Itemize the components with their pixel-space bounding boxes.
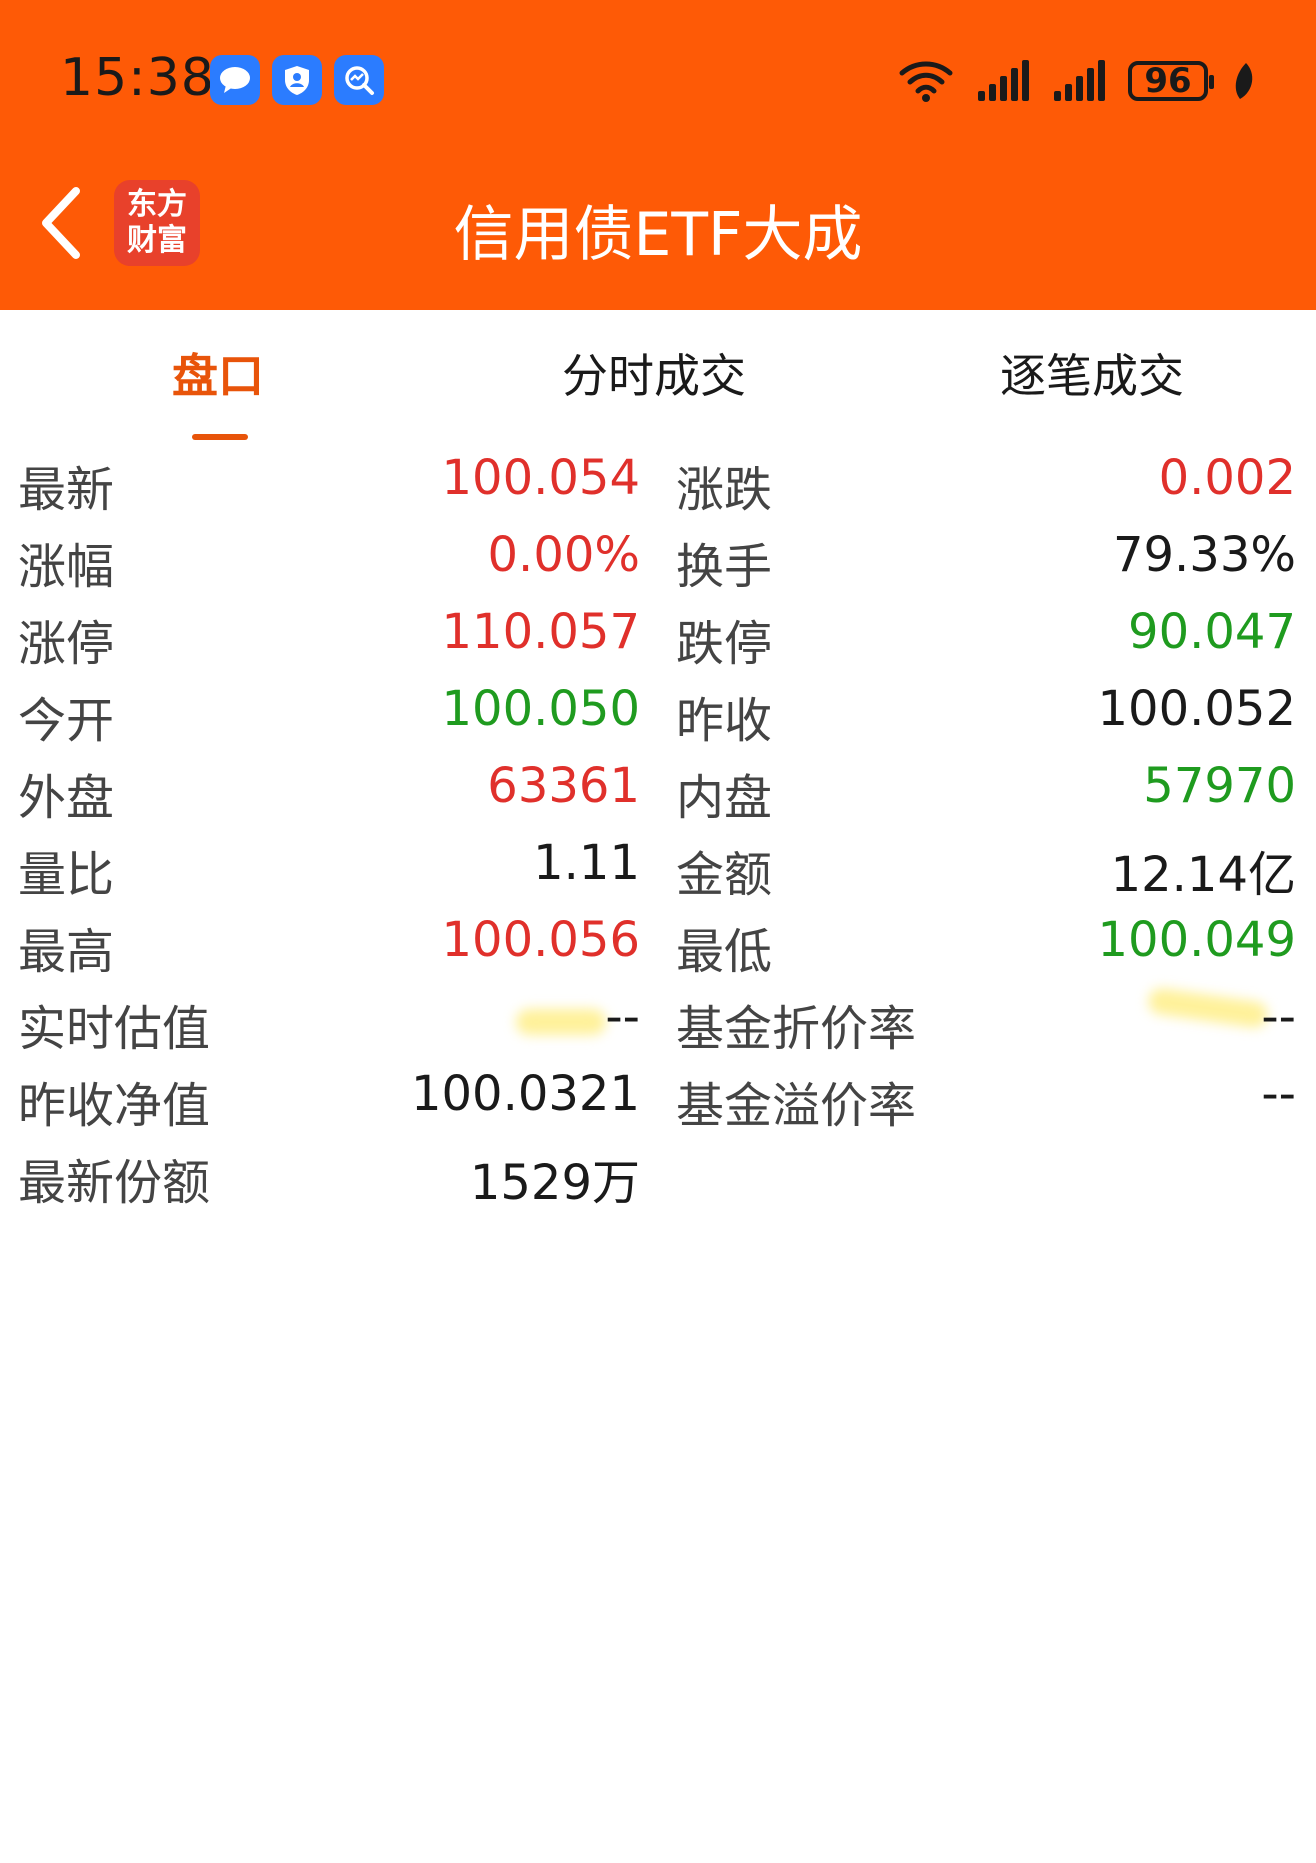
quote-value: 57970 (1143, 758, 1296, 814)
quote-value: 100.049 (1097, 912, 1297, 968)
quote-label: 金额 (676, 847, 773, 903)
quote-value: 100.0321 (410, 1066, 640, 1122)
battery-icon: 96 (1128, 61, 1214, 101)
quote-label: 实时估值 (18, 1001, 211, 1057)
quote-row: 昨收净值 100.0321 基金溢价率 -- (0, 1058, 1316, 1135)
quote-value: 100.054 (441, 450, 641, 506)
quote-value: 0.00% (487, 527, 640, 583)
quote-label: 最低 (676, 924, 773, 980)
quote-label: 涨跌 (676, 462, 773, 518)
signal-icon-2 (1054, 60, 1105, 101)
page-title: 信用债ETF大成 (453, 200, 863, 270)
quote-label: 跌停 (676, 616, 773, 672)
status-indicators: 96 (898, 54, 1256, 108)
quote-value: 79.33% (1112, 527, 1296, 583)
quote-label: 最新 (18, 462, 115, 518)
quote-label: 涨停 (18, 616, 115, 672)
quote-value: 63361 (487, 758, 640, 814)
quote-value: 12.14亿 (1110, 847, 1296, 903)
tab-tick-trades[interactable]: 逐笔成交 (1000, 340, 1184, 406)
wifi-icon (899, 61, 953, 102)
quote-value: -- (1261, 989, 1296, 1045)
quote-label: 昨收净值 (18, 1078, 211, 1134)
quote-value: 1.11 (533, 835, 640, 891)
quote-row: 涨停 110.057 跌停 90.047 (0, 596, 1316, 673)
quote-label: 基金折价率 (676, 1001, 917, 1057)
quote-value: 100.056 (441, 912, 641, 968)
top-header-bar: 15:38 96 东方 财富 信用债ETF大成 (0, 0, 1316, 310)
quote-label: 涨幅 (18, 539, 115, 595)
quote-label: 昨收 (676, 693, 773, 749)
quote-value: 100.050 (441, 681, 641, 737)
message-icon (210, 55, 260, 105)
quote-row: 实时估值 -- 基金折价率 -- (0, 981, 1316, 1058)
battery-level: 96 (1144, 61, 1192, 101)
quote-value: 100.052 (1097, 681, 1297, 737)
quote-row: 最高 100.056 最低 100.049 (0, 904, 1316, 981)
highlight-smudge (1146, 986, 1270, 1030)
shield-person-icon (272, 55, 322, 105)
quote-table: 最新 100.054 涨跌 0.002 涨幅 0.00% 换手 79.33% 涨… (0, 442, 1316, 1212)
quote-row: 最新份额 1529万 (0, 1135, 1316, 1212)
quote-row: 今开 100.050 昨收 100.052 (0, 673, 1316, 750)
quote-value: 1529万 (469, 1155, 640, 1211)
quote-row: 外盘 63361 内盘 57970 (0, 750, 1316, 827)
highlight-smudge (516, 1009, 606, 1035)
tab-bar: 盘口 分时成交 逐笔成交 (0, 310, 1316, 450)
active-tab-indicator (192, 434, 248, 440)
quote-label: 内盘 (676, 770, 773, 826)
quote-label: 量比 (18, 847, 115, 903)
status-time: 15:38 (60, 48, 215, 108)
quote-value: -- (605, 989, 640, 1045)
quote-row: 最新 100.054 涨跌 0.002 (0, 442, 1316, 519)
search-chart-icon (334, 55, 384, 105)
quote-label: 最新份额 (18, 1155, 211, 1211)
leaf-icon (1235, 63, 1253, 99)
quote-row: 量比 1.11 金额 12.14亿 (0, 827, 1316, 904)
quote-label: 最高 (18, 924, 115, 980)
quote-value: -- (1261, 1066, 1296, 1122)
quote-row: 涨幅 0.00% 换手 79.33% (0, 519, 1316, 596)
quote-label: 今开 (18, 693, 115, 749)
quote-value: 110.057 (441, 604, 641, 660)
quote-label: 基金溢价率 (676, 1078, 917, 1134)
tab-minute-trades[interactable]: 分时成交 (562, 340, 746, 406)
signal-icon (978, 60, 1029, 101)
quote-value: 0.002 (1158, 450, 1296, 506)
tab-orderbook[interactable]: 盘口 (172, 340, 264, 406)
quote-label: 外盘 (18, 770, 115, 826)
quote-value: 90.047 (1128, 604, 1296, 660)
quote-label: 换手 (676, 539, 773, 595)
